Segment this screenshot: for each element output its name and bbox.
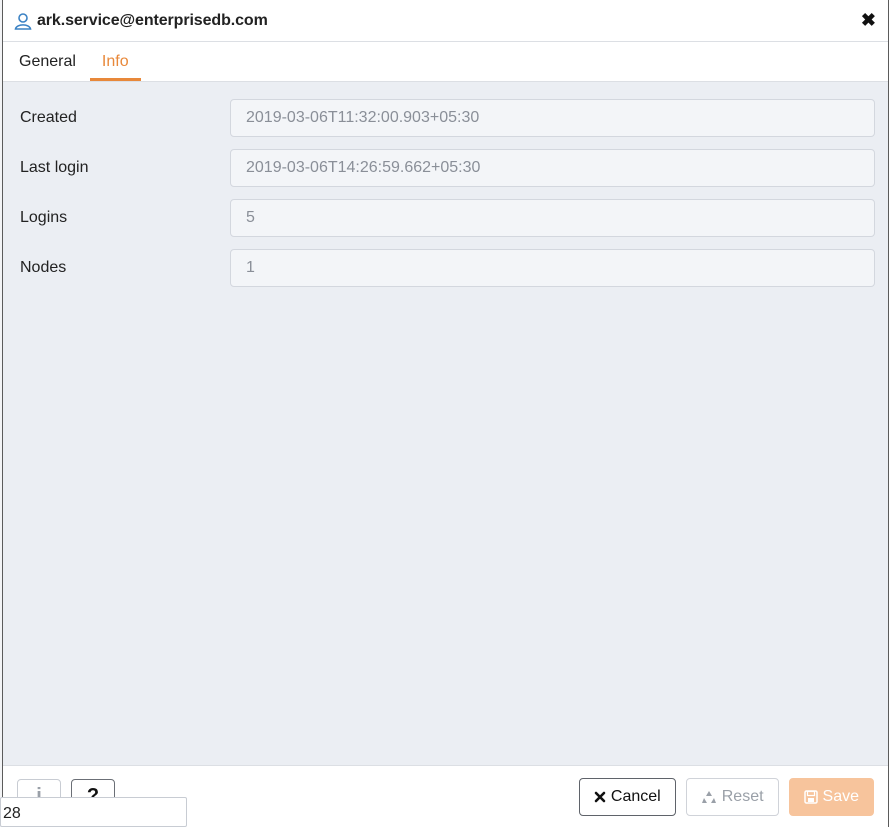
save-label: Save [822, 787, 859, 805]
field-row-logins: Logins 5 [3, 193, 888, 243]
tab-general[interactable]: General [17, 53, 78, 81]
reset-label: Reset [721, 787, 764, 805]
field-row-last-login: Last login 2019-03-06T14:26:59.662+05:30 [3, 143, 888, 193]
last-login-field: 2019-03-06T14:26:59.662+05:30 [230, 149, 875, 187]
save-button[interactable]: Save [788, 777, 874, 816]
created-label: Created [20, 109, 77, 126]
save-icon [803, 789, 818, 804]
dialog-titlebar[interactable]: ark.service@enterprisedb.com ✖ [3, 0, 888, 42]
tooltip-popup: 28 [0, 797, 187, 827]
last-login-label: Last login [20, 159, 89, 176]
reset-button[interactable]: Reset [685, 777, 779, 816]
dialog-title: ark.service@enterprisedb.com [37, 11, 268, 29]
user-properties-dialog: ark.service@enterprisedb.com ✖ General I… [2, 0, 889, 827]
close-icon[interactable]: ✖ [861, 10, 876, 31]
cancel-button[interactable]: Cancel [578, 777, 676, 816]
field-row-nodes: Nodes 1 [3, 243, 888, 293]
close-icon [594, 791, 606, 803]
created-field: 2019-03-06T11:32:00.903+05:30 [230, 99, 875, 137]
user-icon [13, 11, 33, 31]
tab-bar: General Info [3, 42, 888, 82]
recycle-icon [701, 789, 717, 805]
logins-field: 5 [230, 199, 875, 237]
nodes-field: 1 [230, 249, 875, 287]
nodes-label: Nodes [20, 259, 67, 276]
info-panel: Created 2019-03-06T11:32:00.903+05:30 La… [3, 82, 888, 765]
logins-label: Logins [20, 209, 68, 226]
tab-info[interactable]: Info [89, 53, 141, 81]
cancel-label: Cancel [610, 787, 661, 805]
field-row-created: Created 2019-03-06T11:32:00.903+05:30 [3, 93, 888, 143]
